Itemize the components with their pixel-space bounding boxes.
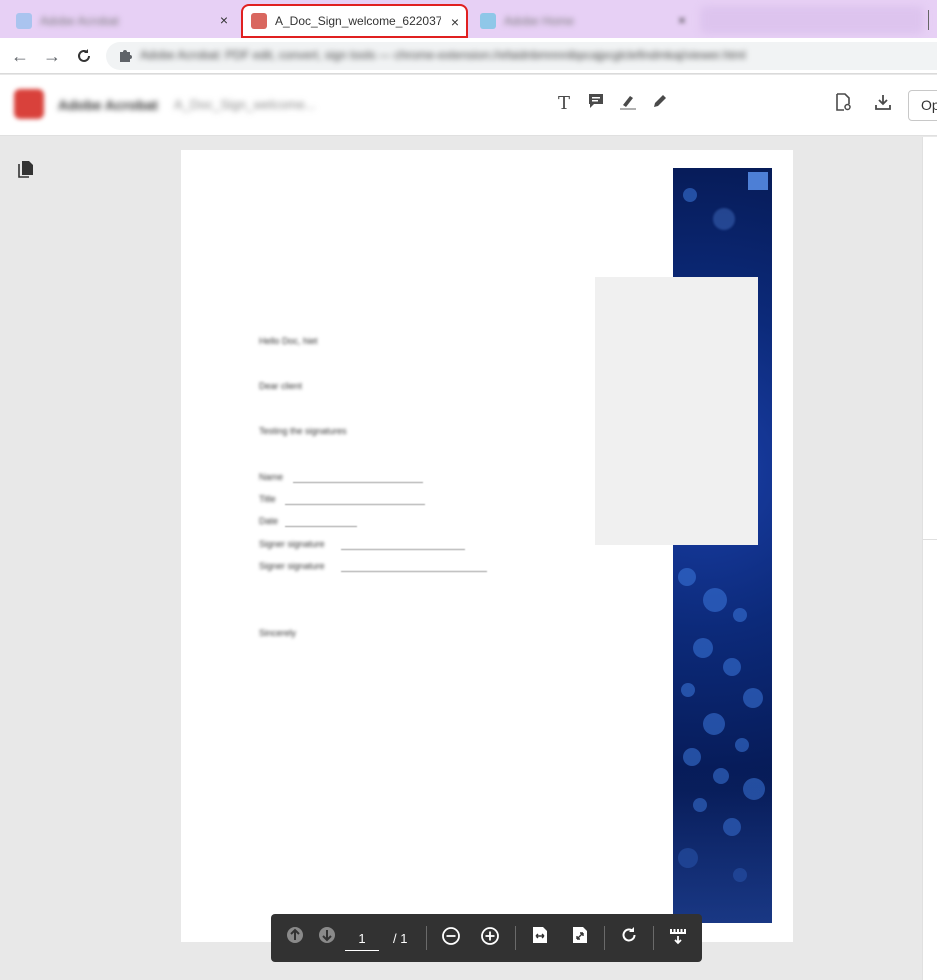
tab-label: Adobe Acrobat bbox=[40, 14, 119, 28]
fit-width-icon[interactable] bbox=[528, 926, 552, 950]
blurred-tab-area bbox=[700, 6, 924, 34]
signature-line bbox=[293, 482, 423, 483]
page-display-options-icon[interactable] bbox=[666, 926, 690, 950]
zoom-in-icon[interactable] bbox=[478, 926, 502, 950]
doc-field-label: Signer signature bbox=[259, 539, 325, 549]
browser-tab-0[interactable]: Adobe Acrobat × bbox=[8, 4, 236, 38]
rotate-icon[interactable] bbox=[617, 926, 641, 950]
doc-line: Hello Doc, hiet bbox=[259, 336, 318, 346]
toolbar-divider bbox=[426, 926, 427, 950]
extension-puzzle-icon bbox=[118, 48, 132, 65]
draw-tool-icon[interactable] bbox=[649, 93, 671, 115]
share-link-icon[interactable] bbox=[832, 93, 854, 115]
next-page-icon[interactable] bbox=[315, 926, 339, 950]
total-pages: / 1 bbox=[393, 931, 408, 946]
browser-tab-strip: Adobe Acrobat × A_Doc_Sign_welcome_62203… bbox=[0, 0, 937, 38]
close-icon[interactable]: × bbox=[678, 13, 686, 27]
tab-favicon-icon bbox=[251, 13, 267, 29]
signature-line bbox=[341, 571, 487, 572]
forward-arrow-icon[interactable]: → bbox=[40, 44, 64, 68]
document-title: A_Doc_Sign_welcome... bbox=[174, 97, 316, 112]
signature-line bbox=[341, 549, 465, 550]
toolbar-divider bbox=[653, 926, 654, 950]
previous-page-icon[interactable] bbox=[283, 926, 307, 950]
corner-accent bbox=[748, 172, 768, 190]
open-button[interactable]: Op bbox=[908, 90, 937, 121]
doc-line: Testing the signatures bbox=[259, 426, 347, 436]
signature-line bbox=[285, 504, 425, 505]
left-rail bbox=[0, 137, 52, 980]
pages-icon[interactable] bbox=[18, 160, 34, 178]
tab-divider bbox=[928, 10, 929, 30]
download-icon[interactable] bbox=[872, 93, 894, 115]
rail-divider bbox=[923, 539, 937, 540]
highlight-tool-icon[interactable] bbox=[617, 93, 639, 115]
zoom-out-icon[interactable] bbox=[439, 926, 463, 950]
doc-field-label: Title bbox=[259, 494, 276, 504]
acrobat-header: Adobe Acrobat A_Doc_Sign_welcome... T Op bbox=[0, 75, 937, 136]
tab-favicon-icon bbox=[16, 13, 32, 29]
app-name: Adobe Acrobat bbox=[58, 97, 158, 113]
comment-tool-icon[interactable] bbox=[585, 93, 607, 115]
text-tool-icon[interactable]: T bbox=[553, 93, 575, 115]
reload-icon[interactable] bbox=[72, 44, 96, 68]
tab-label: Adobe Home bbox=[504, 14, 575, 28]
tab-favicon-icon bbox=[480, 13, 496, 29]
right-rail bbox=[922, 137, 937, 980]
acrobat-logo-icon bbox=[14, 89, 44, 119]
url-text: Adobe Acrobat: PDF edit, convert, sign t… bbox=[140, 48, 746, 62]
tab-label: A_Doc_Sign_welcome_62203700 bbox=[275, 14, 441, 28]
omnibox[interactable]: Adobe Acrobat: PDF edit, convert, sign t… bbox=[106, 42, 937, 70]
doc-field-label: Signer signature bbox=[259, 561, 325, 571]
page-number-input[interactable]: 1 bbox=[345, 927, 379, 951]
doc-line: Dear client bbox=[259, 381, 303, 391]
close-icon[interactable]: × bbox=[451, 15, 459, 29]
toolbar-divider bbox=[515, 926, 516, 950]
browser-tab-2[interactable]: Adobe Home × bbox=[472, 4, 694, 38]
fit-page-icon[interactable] bbox=[568, 926, 592, 950]
address-bar-row: ← → Adobe Acrobat: PDF edit, convert, si… bbox=[0, 38, 937, 74]
pdf-page-toolbar: 1 / 1 bbox=[271, 914, 702, 962]
back-arrow-icon[interactable]: ← bbox=[8, 44, 32, 68]
close-icon[interactable]: × bbox=[220, 13, 228, 27]
doc-field-label: Name bbox=[259, 472, 284, 482]
signature-line bbox=[285, 526, 357, 527]
browser-tab-active[interactable]: A_Doc_Sign_welcome_62203700 × bbox=[241, 4, 468, 38]
doc-line: Sincerely bbox=[259, 628, 297, 638]
pdf-page: Hello Doc, hiet Dear client Testing the … bbox=[181, 150, 793, 942]
doc-field-label: Date bbox=[259, 516, 279, 526]
redacted-image-panel bbox=[595, 277, 758, 545]
toolbar-divider bbox=[604, 926, 605, 950]
